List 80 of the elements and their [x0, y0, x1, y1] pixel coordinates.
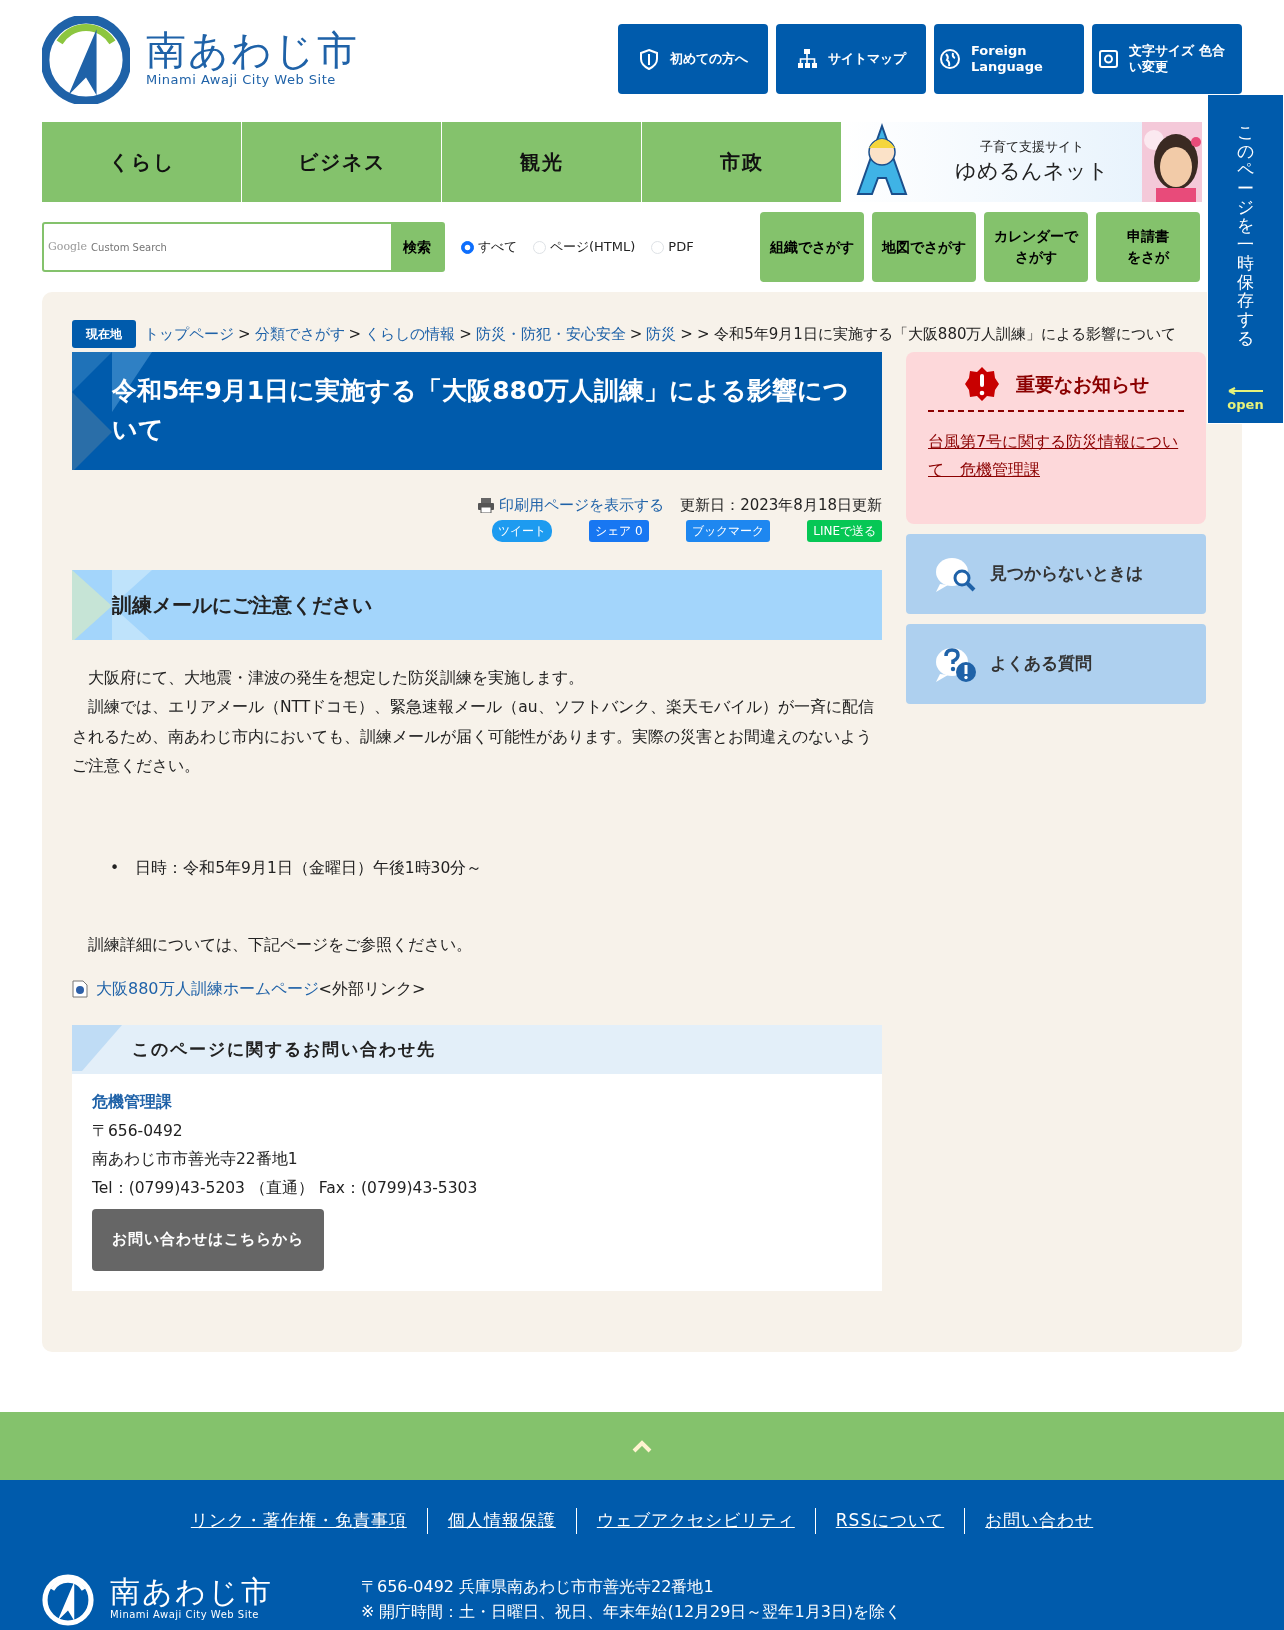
nav-tab[interactable]: くらし: [42, 122, 242, 202]
arrow-icon: [1227, 387, 1264, 396]
logo-name[interactable]: 南あわじ市: [110, 1577, 273, 1607]
notice-link[interactable]: 台風第7号に関する防災情報について 危機管理課: [928, 428, 1184, 484]
banner-title: ゆめるんネット: [954, 158, 1110, 185]
nav-tab[interactable]: 市政: [642, 122, 842, 202]
finder-button[interactable]: 組織でさがす: [760, 212, 864, 282]
breadcrumb-separator: >: [238, 323, 251, 345]
footer-link[interactable]: ウェブアクセシビリティ: [575, 1508, 815, 1534]
breadcrumb-link[interactable]: トップページ: [144, 322, 234, 346]
logo-subtitle: Minami Awaji City Web Site: [146, 72, 337, 90]
open-label: open: [1227, 396, 1264, 415]
contact-heading: このページに関するお問い合わせ先: [132, 1038, 436, 1059]
header-button[interactable]: サイトマップ: [776, 24, 926, 94]
breadcrumb-separator: >: [348, 323, 362, 345]
sidebar-panel[interactable]: よくある質問: [906, 624, 1206, 704]
finder-button[interactable]: 地図でさがす: [872, 212, 976, 282]
logo-subtitle: Minami Awaji City Web Site: [110, 1608, 260, 1622]
breadcrumb-link[interactable]: 防災・防犯・安心安全: [475, 322, 626, 346]
external-link[interactable]: 大阪880万人訓練ホームページ: [96, 976, 319, 1001]
nav-tab[interactable]: ビジネス: [242, 122, 442, 202]
header-button[interactable]: 文字サイズ 色合い変更: [1092, 24, 1242, 94]
stripe-drawing: [72, 1024, 122, 1071]
postal-code: 〒656-0492: [92, 1120, 184, 1142]
breadcrumb-separator: >: [459, 323, 472, 345]
save-page-tab[interactable]: このページを一時保存する open: [1207, 94, 1284, 424]
footer-link[interactable]: 個人情報保護: [426, 1508, 576, 1534]
address: 南あわじ市市善光寺22番地1: [92, 1149, 299, 1171]
finder-button[interactable]: カレンダーで さがす: [984, 212, 1088, 282]
radio-label: すべて: [478, 238, 517, 257]
paragraph: 大阪府にて、大地震・津波の発生を想定した防災訓練を実施します。: [87, 668, 585, 689]
radio-label: PDF: [668, 238, 694, 257]
share-button[interactable]: シェア 0: [589, 520, 649, 542]
save-page-text: このページを一時保存する: [1237, 123, 1254, 348]
bullet-marker: •: [110, 857, 120, 879]
banner-kicker: 子育て支援サイト: [979, 137, 1085, 156]
header-button[interactable]: Foreign Language: [934, 24, 1084, 94]
shield-icon: [638, 48, 660, 70]
print-link[interactable]: 印刷用ページを表示する: [477, 493, 665, 516]
google-logo: Google: [47, 238, 88, 255]
page-title: 令和5年9月1日に実施する「大阪880万人訓練」による影響について: [112, 376, 850, 444]
logo-mark-icon: [42, 16, 130, 104]
radio-label: ページ(HTML): [550, 238, 636, 257]
search-button[interactable]: 検索: [391, 224, 443, 270]
department-name: 危機管理課: [92, 1092, 173, 1114]
paragraph: 訓練では、エリアメール（NTTドコモ）、緊急速報メール（au、ソフトバンク、楽天モバイル）が一斉に配信されるため、南あわじ市内においても、訓練メールが届く可能性があります。実際の災害とお間違えのないようご注意ください。: [72, 697, 875, 778]
alert-icon: [963, 366, 1000, 402]
phone-fax: Tel：(0799)43-5203 （直通） Fax：(0799)43-5303: [92, 1178, 479, 1200]
footer-link[interactable]: お問い合わせ: [964, 1508, 1114, 1534]
breadcrumb-current: > 令和5年9月1日に実施する「大阪880万人訓練」による影響について: [696, 323, 1177, 345]
breadcrumb-link[interactable]: 防災: [646, 322, 677, 346]
footer-link[interactable]: リンク・著作権・免責事項: [170, 1508, 427, 1534]
document-icon: [72, 979, 88, 998]
footer-link[interactable]: RSSについて: [814, 1508, 965, 1534]
sitemap-icon: [796, 48, 818, 70]
search-field[interactable]: Google Custom Search 検索: [42, 222, 445, 272]
logo-mark-icon: [42, 1573, 94, 1626]
breadcrumb-link[interactable]: 分類でさがす: [254, 322, 345, 346]
radio-button[interactable]: [461, 240, 474, 254]
breadcrumb-separator: >: [629, 323, 643, 345]
bookmark-button[interactable]: ブックマーク: [685, 520, 770, 542]
header-button[interactable]: 初めての方へ: [618, 24, 768, 94]
back-to-top-icon: [632, 1439, 652, 1453]
finder-button[interactable]: 申請書 をさが: [1096, 212, 1200, 282]
paragraph: 訓練詳細については、下記ページをご参照ください。: [87, 935, 473, 957]
external-note: <外部リンク>: [318, 977, 426, 1000]
sidebar-panel[interactable]: 見つからないときは: [906, 534, 1206, 614]
updated-date: 更新日：2023年8月18日更新: [680, 494, 882, 516]
globe-icon: [940, 48, 961, 70]
breadcrumb-link[interactable]: くらしの情報: [365, 322, 456, 346]
footer-address: 〒656-0492 兵庫県南あわじ市市善光寺22番地1: [361, 1575, 715, 1598]
section-heading: 訓練メールにご注意ください: [112, 593, 372, 617]
contact-button[interactable]: お問い合わせはこちらから: [92, 1208, 324, 1271]
location-label: 現在地: [72, 320, 136, 348]
printer-icon: [477, 496, 496, 513]
notice-title: 重要なお知らせ: [1015, 371, 1149, 397]
list-item: 日時：令和5年9月1日（金曜日）午後1時30分～: [135, 857, 483, 879]
footer-address: ※ 開庁時間：土・日曜日、祝日、年末年始(12月29日～翌年1月3日)を除く: [361, 1601, 902, 1624]
nav-tab[interactable]: 観光: [442, 122, 642, 202]
breadcrumb-separator: >: [680, 323, 693, 345]
